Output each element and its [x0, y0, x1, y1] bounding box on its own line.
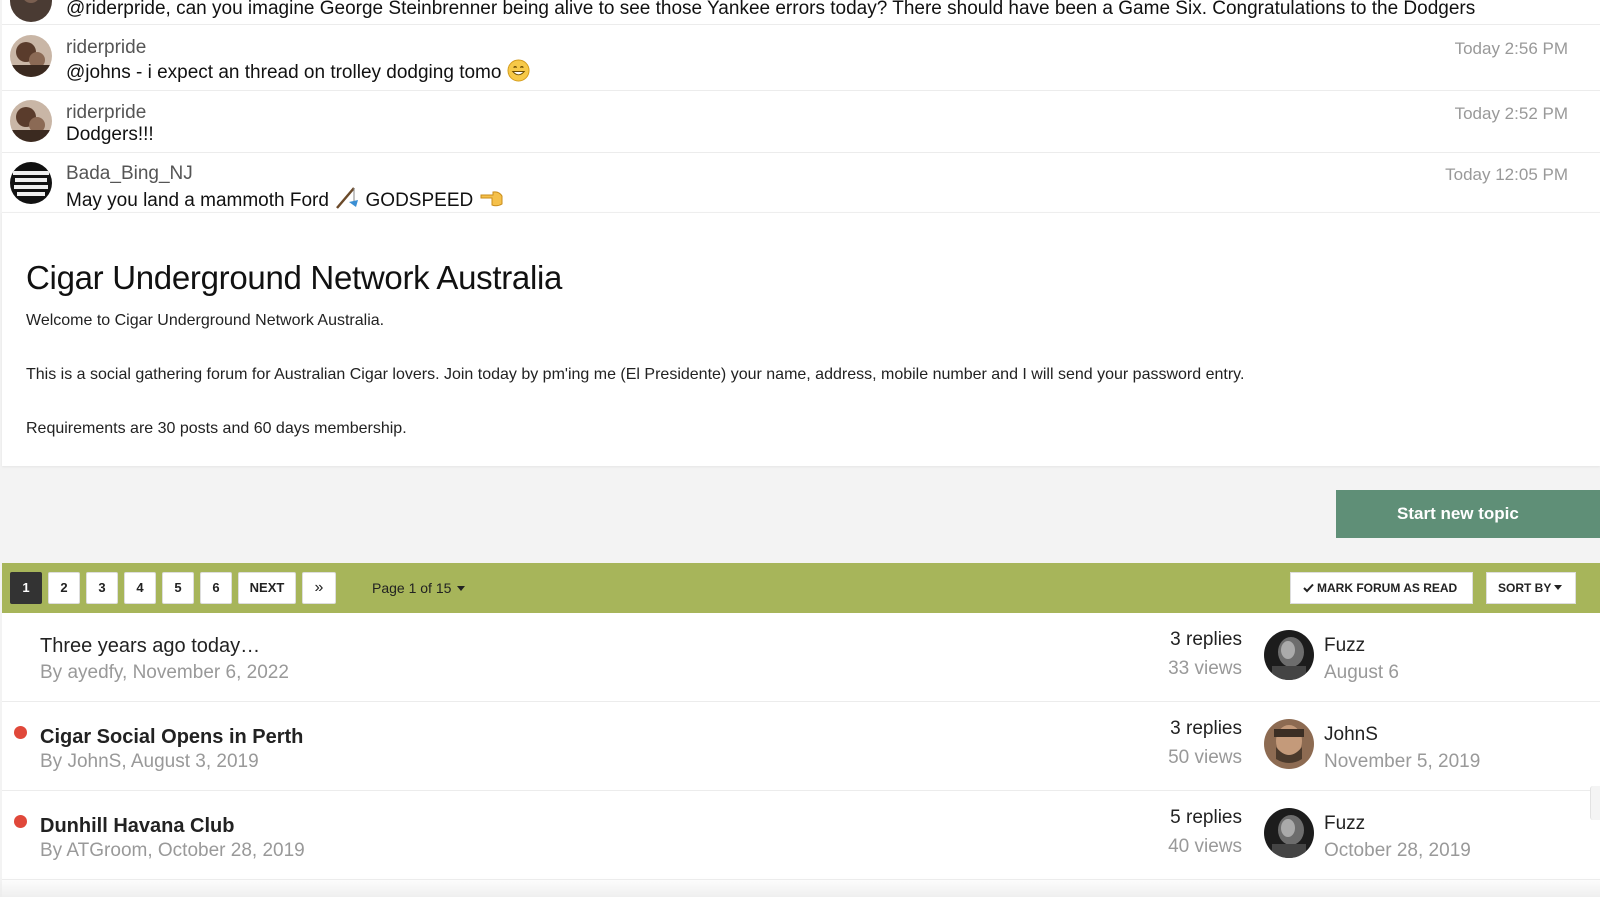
table-row: Three years ago today… By ayedfy, Novemb… — [2, 613, 1600, 702]
shout-message-text: GODSPEED — [365, 190, 474, 211]
chatbox: @riderpride, can you imagine George Stei… — [2, 0, 1600, 212]
topic-replies: 5 replies — [1170, 807, 1242, 828]
shout-message-text: May you land a mammoth Ford — [66, 190, 329, 211]
forum-description: Welcome to Cigar Underground Network Aus… — [26, 312, 385, 329]
last-poster-link[interactable]: Fuzz — [1324, 635, 1365, 657]
shout-item: @riderpride, can you imagine George Stei… — [2, 0, 1600, 25]
page-1-button[interactable]: 1 — [10, 572, 42, 604]
next-page-button[interactable]: NEXT — [238, 572, 296, 604]
topic-title-link[interactable]: Cigar Social Opens in Perth — [40, 726, 303, 749]
shout-username[interactable]: riderpride — [66, 102, 146, 124]
avatar[interactable] — [10, 100, 52, 142]
table-row: Dunhill Havana Club By ATGroom, October … — [2, 791, 1600, 880]
mark-forum-read-button[interactable]: MARK FORUM AS READ — [1290, 572, 1473, 604]
topic-views: 33 views — [1168, 658, 1242, 679]
avatar[interactable] — [10, 0, 52, 22]
unread-indicator-icon[interactable] — [14, 726, 27, 739]
unread-indicator-icon[interactable] — [14, 815, 27, 828]
topic-meta: By ayedfy, November 6, 2022 — [40, 662, 289, 683]
topic-title-link[interactable]: Dunhill Havana Club — [40, 815, 234, 838]
grinning-face-icon — [507, 59, 530, 88]
topic-title-link[interactable]: Three years ago today… — [40, 635, 260, 658]
fishing-pole-icon — [334, 186, 360, 212]
avatar[interactable] — [10, 162, 52, 204]
avatar[interactable] — [10, 35, 52, 77]
shout-message: @johns - i expect an thread on trolley d… — [66, 59, 530, 88]
shout-message: @riderpride, can you imagine George Stei… — [66, 0, 1476, 19]
last-poster-link[interactable]: Fuzz — [1324, 813, 1365, 835]
page-2-button[interactable]: 2 — [48, 572, 80, 604]
last-page-button[interactable]: » — [302, 572, 336, 604]
shout-item: Bada_Bing_NJ May you land a mammoth Ford… — [2, 153, 1600, 212]
page-6-button[interactable]: 6 — [200, 572, 232, 604]
mark-forum-read-label: MARK FORUM AS READ — [1317, 581, 1458, 595]
page-5-button[interactable]: 5 — [162, 572, 194, 604]
table-row: Cigar Social Opens in Perth By JohnS, Au… — [2, 702, 1600, 791]
double-chevron-right-icon: » — [314, 579, 324, 596]
avatar[interactable] — [1264, 808, 1314, 858]
topic-views: 50 views — [1168, 747, 1242, 768]
forum-description: Requirements are 30 posts and 60 days me… — [26, 420, 407, 437]
topic-replies: 3 replies — [1170, 718, 1242, 739]
sort-by-dropdown[interactable]: SORT BY — [1486, 572, 1576, 604]
topic-views: 40 views — [1168, 836, 1242, 857]
topic-meta: By JohnS, August 3, 2019 — [40, 751, 259, 772]
forum-description: This is a social gathering forum for Aus… — [26, 366, 1245, 383]
page-4-button[interactable]: 4 — [124, 572, 156, 604]
start-new-topic-button[interactable]: Start new topic — [1336, 490, 1600, 538]
last-post-date[interactable]: October 28, 2019 — [1324, 840, 1471, 862]
sort-by-label: SORT BY — [1498, 581, 1552, 595]
shout-username[interactable]: riderpride — [66, 37, 146, 59]
caret-down-icon — [457, 586, 466, 591]
backhand-pointing-left-icon — [479, 186, 505, 212]
avatar[interactable] — [1264, 719, 1314, 769]
last-post-date[interactable]: August 6 — [1324, 662, 1399, 684]
shout-message: May you land a mammoth Ford GODSPEED — [66, 186, 505, 212]
shout-message: Dodgers!!! — [66, 124, 154, 145]
shout-username[interactable]: Bada_Bing_NJ — [66, 163, 193, 185]
shout-time: Today 2:56 PM — [1454, 39, 1568, 58]
page-jump-dropdown[interactable]: Page 1 of 15 — [372, 572, 466, 604]
page-3-button[interactable]: 3 — [86, 572, 118, 604]
scrollbar[interactable] — [1590, 786, 1600, 820]
shout-item: riderpride Dodgers!!! Today 2:52 PM — [2, 91, 1600, 153]
shout-time: Today 2:52 PM — [1454, 104, 1568, 123]
shout-message-text: @johns - i expect an thread on trolley d… — [66, 62, 502, 83]
shout-time: Today 12:05 PM — [1445, 165, 1568, 184]
last-poster-link[interactable]: JohnS — [1324, 724, 1378, 746]
pagination-bar: 1 2 3 4 5 6 NEXT » Page 1 of 15 MARK FOR… — [2, 563, 1600, 613]
topic-list: Three years ago today… By ayedfy, Novemb… — [2, 613, 1600, 897]
last-post-date[interactable]: November 5, 2019 — [1324, 751, 1480, 773]
page-jump-label: Page 1 of 15 — [372, 580, 452, 596]
topic-meta: By ATGroom, October 28, 2019 — [40, 840, 305, 861]
checkmark-icon — [1303, 574, 1314, 604]
page-title: Cigar Underground Network Australia — [26, 259, 563, 296]
forum-header: Cigar Underground Network Australia Welc… — [2, 212, 1600, 466]
shout-item: riderpride @johns - i expect an thread o… — [2, 25, 1600, 91]
caret-down-icon — [1554, 585, 1563, 590]
avatar[interactable] — [1264, 630, 1314, 680]
topic-replies: 3 replies — [1170, 629, 1242, 650]
